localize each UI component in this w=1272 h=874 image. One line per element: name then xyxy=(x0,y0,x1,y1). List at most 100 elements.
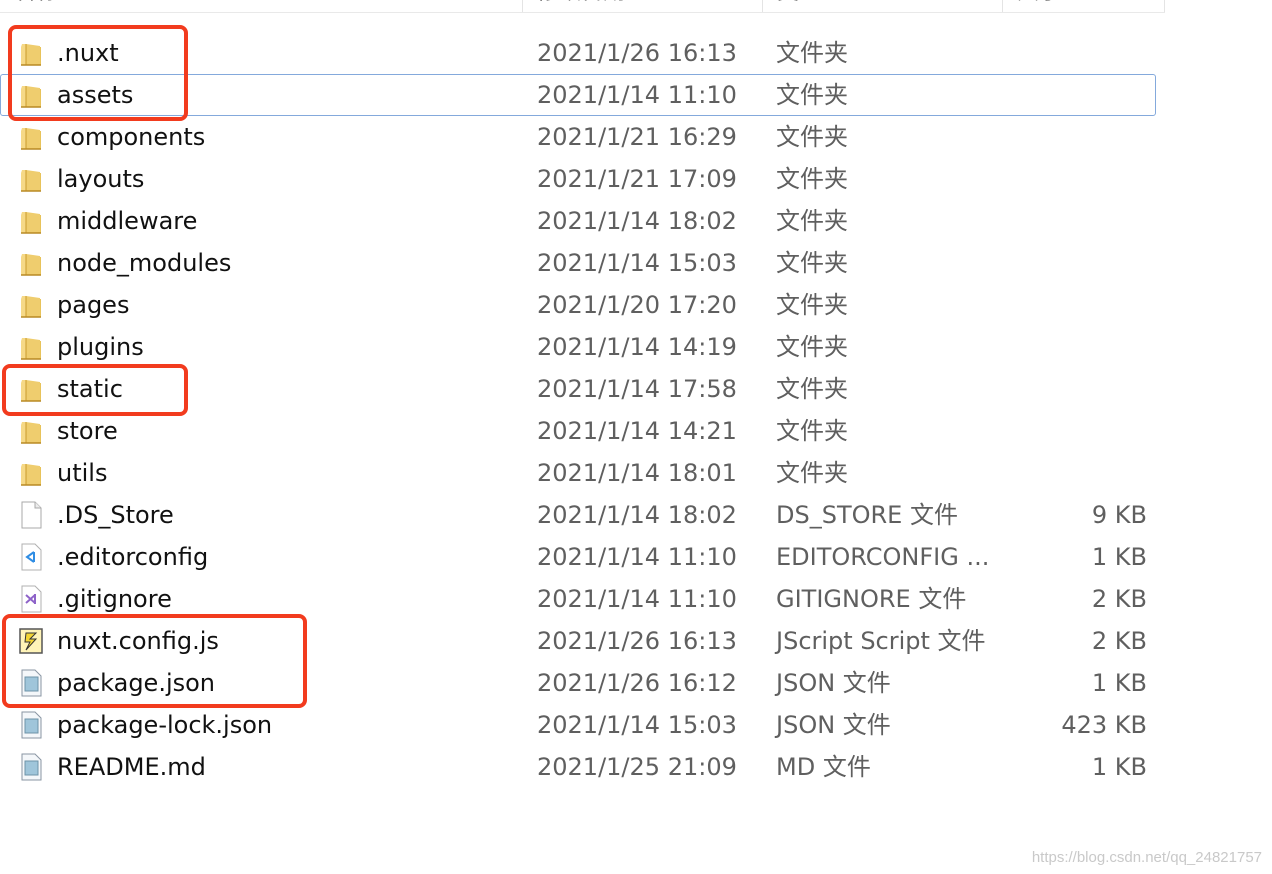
vs-file-icon xyxy=(18,584,44,614)
file-row[interactable]: plugins 2021/1/14 14:19 文件夹 xyxy=(0,326,1165,368)
file-type: 文件夹 xyxy=(776,459,848,487)
file-name: package-lock.json xyxy=(57,711,273,739)
file-type: 文件夹 xyxy=(776,375,848,403)
file-date-modified: 2021/1/14 11:10 xyxy=(537,543,737,571)
file-row[interactable]: package.json 2021/1/26 16:12 JSON 文件 1 KB xyxy=(0,662,1165,704)
file-row[interactable]: assets 2021/1/14 11:10 文件夹 xyxy=(0,74,1165,116)
file-row[interactable]: nuxt.config.js 2021/1/26 16:13 JScript Scr… xyxy=(0,620,1165,662)
file-date-modified: 2021/1/26 16:13 xyxy=(537,627,737,655)
file-type: EDITORCONFIG ... xyxy=(776,543,990,571)
file-date-modified: 2021/1/21 16:29 xyxy=(537,123,737,151)
file-date-modified: 2021/1/26 16:13 xyxy=(537,39,737,67)
folder-icon xyxy=(18,458,44,488)
blank-file-icon xyxy=(18,500,44,530)
column-header-date[interactable]: 修改日期 xyxy=(523,0,763,12)
file-type: GITIGNORE 文件 xyxy=(776,585,967,613)
file-type: 文件夹 xyxy=(776,291,848,319)
file-date-modified: 2021/1/14 14:19 xyxy=(537,333,737,361)
column-header-type[interactable]: 类型 xyxy=(763,0,1003,12)
file-name: middleware xyxy=(57,207,198,235)
folder-icon xyxy=(18,122,44,152)
file-date-modified: 2021/1/14 14:21 xyxy=(537,417,737,445)
file-type: 文件夹 xyxy=(776,123,848,151)
file-size: 2 KB xyxy=(1091,627,1147,655)
folder-icon xyxy=(18,332,44,362)
file-type: 文件夹 xyxy=(776,417,848,445)
file-name: components xyxy=(57,123,206,151)
text-file-icon xyxy=(18,710,44,740)
file-name: .gitignore xyxy=(57,585,172,613)
file-type: DS_STORE 文件 xyxy=(776,501,958,529)
file-row[interactable]: components 2021/1/21 16:29 文件夹 xyxy=(0,116,1165,158)
file-size: 1 KB xyxy=(1091,543,1147,571)
file-size: 9 KB xyxy=(1091,501,1147,529)
file-type: 文件夹 xyxy=(776,165,848,193)
file-date-modified: 2021/1/14 11:10 xyxy=(537,81,737,109)
file-row[interactable]: utils 2021/1/14 18:01 文件夹 xyxy=(0,452,1165,494)
file-name: plugins xyxy=(57,333,144,361)
vscode-file-icon xyxy=(18,542,44,572)
file-date-modified: 2021/1/20 17:20 xyxy=(537,291,737,319)
file-name: README.md xyxy=(57,753,206,781)
file-type: JSON 文件 xyxy=(776,711,891,739)
file-type: JSON 文件 xyxy=(776,669,891,697)
file-size: 2 KB xyxy=(1091,585,1147,613)
file-size: 1 KB xyxy=(1091,753,1147,781)
folder-icon xyxy=(18,164,44,194)
file-type: 文件夹 xyxy=(776,207,848,235)
file-name: pages xyxy=(57,291,130,319)
file-date-modified: 2021/1/25 21:09 xyxy=(537,753,737,781)
file-name: layouts xyxy=(57,165,145,193)
file-row[interactable]: store 2021/1/14 14:21 文件夹 xyxy=(0,410,1165,452)
text-file-icon xyxy=(18,752,44,782)
file-name: static xyxy=(57,375,123,403)
file-row[interactable]: .editorconfig 2021/1/14 11:10 EDITORCONFIG… xyxy=(0,536,1165,578)
file-name: .DS_Store xyxy=(57,501,174,529)
file-name: utils xyxy=(57,459,108,487)
file-row[interactable]: .nuxt 2021/1/26 16:13 文件夹 xyxy=(0,32,1165,74)
folder-icon xyxy=(18,248,44,278)
file-size: 1 KB xyxy=(1091,669,1147,697)
file-date-modified: 2021/1/14 15:03 xyxy=(537,249,737,277)
file-type: MD 文件 xyxy=(776,753,871,781)
file-row[interactable]: package-lock.json 2021/1/14 15:03 JSON 文件 4… xyxy=(0,704,1165,746)
column-header-bar: 名称 修改日期 类型 大小 xyxy=(0,0,1165,13)
watermark: https://blog.csdn.net/qq_24821757 xyxy=(1031,849,1262,866)
file-date-modified: 2021/1/14 18:01 xyxy=(537,459,737,487)
file-date-modified: 2021/1/14 18:02 xyxy=(537,501,737,529)
file-row[interactable]: .gitignore 2021/1/14 11:10 GITIGNORE 文件 2 K… xyxy=(0,578,1165,620)
file-type: 文件夹 xyxy=(776,81,848,109)
file-row[interactable]: middleware 2021/1/14 18:02 文件夹 xyxy=(0,200,1165,242)
file-row[interactable]: pages 2021/1/20 17:20 文件夹 xyxy=(0,284,1165,326)
file-date-modified: 2021/1/14 18:02 xyxy=(537,207,737,235)
column-header-name[interactable]: 名称 xyxy=(0,0,523,12)
file-type: 文件夹 xyxy=(776,249,848,277)
file-type: 文件夹 xyxy=(776,333,848,361)
file-list: .nuxt 2021/1/26 16:13 文件夹 assets 2021/1/14 1… xyxy=(0,32,1165,788)
file-date-modified: 2021/1/14 11:10 xyxy=(537,585,737,613)
file-name: node_modules xyxy=(57,249,232,277)
file-name: .nuxt xyxy=(57,39,119,67)
file-date-modified: 2021/1/14 15:03 xyxy=(537,711,737,739)
column-header-size[interactable]: 大小 xyxy=(1003,0,1165,12)
file-row[interactable]: .DS_Store 2021/1/14 18:02 DS_STORE 文件 9 KB xyxy=(0,494,1165,536)
jscript-file-icon xyxy=(18,626,44,656)
file-date-modified: 2021/1/26 16:12 xyxy=(537,669,737,697)
file-name: nuxt.config.js xyxy=(57,627,219,655)
file-row[interactable]: layouts 2021/1/21 17:09 文件夹 xyxy=(0,158,1165,200)
file-name: .editorconfig xyxy=(57,543,209,571)
folder-icon xyxy=(18,290,44,320)
file-name: assets xyxy=(57,81,134,109)
folder-icon xyxy=(18,38,44,68)
file-row[interactable]: README.md 2021/1/25 21:09 MD 文件 1 KB xyxy=(0,746,1165,788)
file-row[interactable]: node_modules 2021/1/14 15:03 文件夹 xyxy=(0,242,1165,284)
folder-icon xyxy=(18,206,44,236)
text-file-icon xyxy=(18,668,44,698)
file-row[interactable]: static 2021/1/14 17:58 文件夹 xyxy=(0,368,1165,410)
file-name: store xyxy=(57,417,118,445)
folder-icon xyxy=(18,374,44,404)
file-date-modified: 2021/1/14 17:58 xyxy=(537,375,737,403)
folder-icon xyxy=(18,80,44,110)
file-size: 423 KB xyxy=(1061,711,1147,739)
folder-icon xyxy=(18,416,44,446)
